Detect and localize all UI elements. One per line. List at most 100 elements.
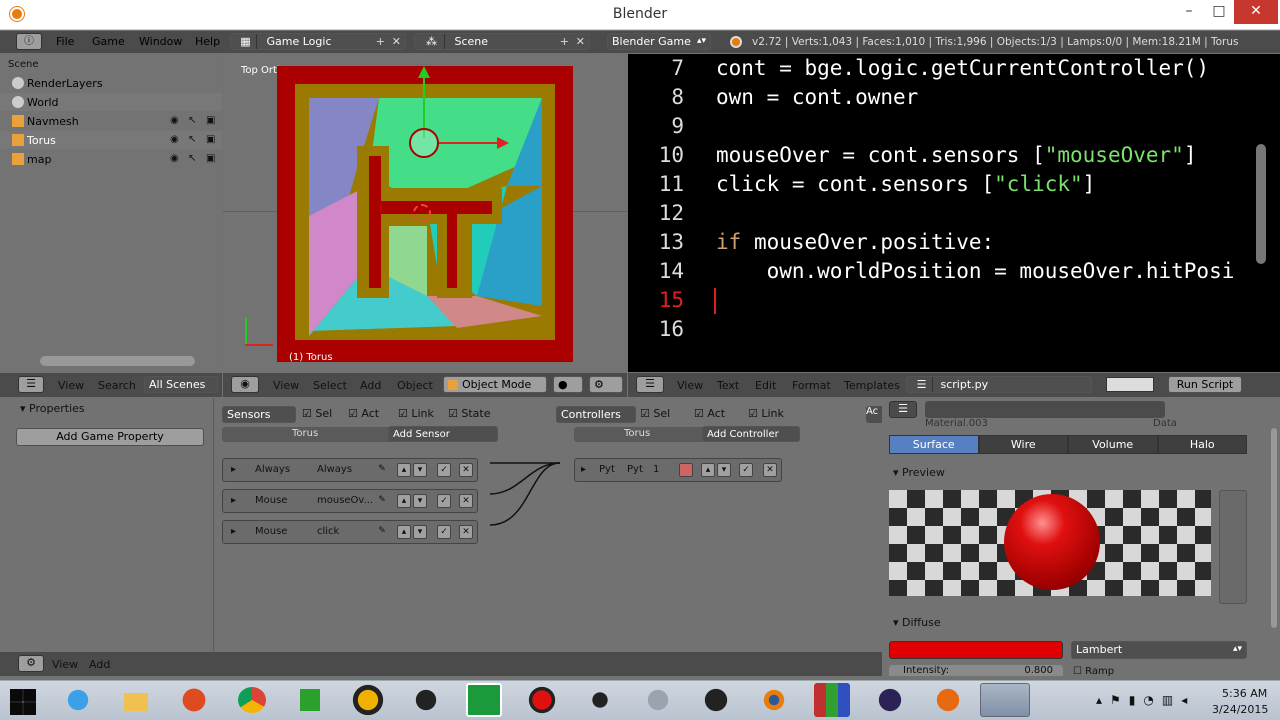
add-sensor-select[interactable]: Add Sensor <box>388 426 498 442</box>
viewport-add-menu[interactable]: Add <box>360 379 381 392</box>
material-slot-field[interactable]: Material.003 <box>925 418 1125 430</box>
render-icon[interactable]: ▣ <box>206 134 215 145</box>
remove-sensor-icon[interactable]: ✕ <box>459 494 473 508</box>
inkscape-icon[interactable] <box>582 683 618 717</box>
material-tab-wire[interactable]: Wire <box>978 435 1068 454</box>
add-game-property-button[interactable]: Add Game Property <box>16 428 204 446</box>
outliner-row-torus[interactable]: Torus ◉ ↖ ▣ <box>0 131 222 149</box>
power-icon[interactable] <box>176 683 212 717</box>
mode-select[interactable]: Object Mode <box>443 376 547 393</box>
text-view-menu[interactable]: View <box>677 379 703 392</box>
scene-field[interactable]: ⁂ Scene + ✕ <box>414 33 590 50</box>
move-down-icon[interactable]: ▾ <box>717 463 731 477</box>
code-line[interactable]: own.worldPosition = mouseOver.hitPosi <box>716 259 1235 283</box>
blender-taskbar-icon[interactable] <box>756 683 792 717</box>
screen-layout-field[interactable]: ▦ Game Logic + ✕ <box>230 33 406 50</box>
move-down-icon[interactable]: ▾ <box>413 494 427 508</box>
context-tabs[interactable] <box>925 401 1165 418</box>
run-script-button[interactable]: Run Script <box>1168 376 1242 393</box>
brick-expand-icon[interactable]: ▸ <box>231 464 236 475</box>
text-display-toggles[interactable] <box>1106 377 1154 392</box>
pivot-select[interactable]: ⚙ <box>589 376 623 393</box>
move-down-icon[interactable]: ▾ <box>413 463 427 477</box>
add-controller-select[interactable]: Add Controller <box>702 426 800 442</box>
outliner-editor-icon[interactable]: ☰ <box>18 376 44 393</box>
text-text-menu[interactable]: Text <box>717 379 739 392</box>
ramp-checkbox[interactable]: ☐ Ramp <box>1073 666 1114 676</box>
controllers-select[interactable]: Controllers <box>556 406 636 423</box>
add-screen-icon[interactable]: + <box>376 34 385 49</box>
cursor-icon[interactable]: ↖ <box>188 134 196 145</box>
active-checkbox-icon[interactable]: ✓ <box>437 525 451 539</box>
remove-scene-icon[interactable]: ✕ <box>576 34 585 49</box>
cursor-icon[interactable]: ↖ <box>188 153 196 164</box>
logic-view-menu[interactable]: View <box>52 658 78 671</box>
menu-window[interactable]: Window <box>139 35 182 48</box>
winrar-icon[interactable] <box>814 683 850 717</box>
eye-icon[interactable]: ◉ <box>170 153 179 164</box>
viewport-object-menu[interactable]: Object <box>397 379 433 392</box>
python-controller-brick[interactable]: ▸ Pyt Pyt 1 ▴ ▾ ✓ ✕ <box>574 458 782 482</box>
diffuse-shader-select[interactable]: Lambert ▴▾ <box>1071 641 1247 659</box>
render-icon[interactable]: ▣ <box>206 115 215 126</box>
sensor-brick[interactable]: ▸ Mouse click ✎ ▴ ▾ ✓ ✕ <box>222 520 478 544</box>
active-checkbox-icon[interactable]: ✓ <box>437 494 451 508</box>
material-data-select[interactable]: Data <box>1153 418 1243 430</box>
text-templates-menu[interactable]: Templates <box>844 379 900 392</box>
system-tray-icons[interactable]: ▴⚑▮◔▥◂ <box>1096 693 1195 707</box>
outliner-row-renderlayers[interactable]: RenderLayers <box>0 74 222 92</box>
viewport-editor-icon[interactable]: ◉ <box>231 376 259 393</box>
preview-type-buttons[interactable] <box>1219 490 1247 604</box>
controller-priority-icon[interactable] <box>679 463 693 477</box>
remove-controller-icon[interactable]: ✕ <box>763 463 777 477</box>
sensors-select[interactable]: Sensors <box>222 406 296 423</box>
render-engine-select[interactable]: Blender Game ▴▾ <box>607 33 711 50</box>
eye-icon[interactable]: ◉ <box>170 134 179 145</box>
ie-icon[interactable] <box>60 683 96 717</box>
text-format-menu[interactable]: Format <box>792 379 831 392</box>
diffuse-panel-header[interactable]: ▾ Diffuse <box>893 616 941 629</box>
cursor-icon[interactable]: ↖ <box>188 115 196 126</box>
remove-sensor-icon[interactable]: ✕ <box>459 525 473 539</box>
actuators-select[interactable]: Ac <box>866 406 882 423</box>
outliner-search-menu[interactable]: Search <box>98 379 136 392</box>
text-file-field[interactable]: ☰ script.py <box>906 376 1092 393</box>
outliner-row-map[interactable]: map ◉ ↖ ▣ <box>0 150 222 168</box>
properties-scrollbar[interactable] <box>1271 428 1277 628</box>
info-editor-icon[interactable]: ⓘ <box>16 33 42 50</box>
pin-icon[interactable]: ✎ <box>375 463 389 477</box>
outliner-row-world[interactable]: World <box>0 93 222 111</box>
render-icon[interactable]: ▣ <box>206 153 215 164</box>
preview-panel-header[interactable]: ▾ Preview <box>893 466 945 479</box>
move-down-icon[interactable]: ▾ <box>413 525 427 539</box>
remove-screen-icon[interactable]: ✕ <box>392 34 401 49</box>
sensors-link-checkbox[interactable]: ☑ Link <box>398 407 434 420</box>
outliner-view-menu[interactable]: View <box>58 379 84 392</box>
text-editor-icon[interactable]: ☰ <box>636 376 664 393</box>
menu-game[interactable]: Game <box>92 35 125 48</box>
properties-editor-icon[interactable]: ☰ <box>889 401 917 418</box>
intensity-field[interactable]: Intensity: 0.800 <box>889 665 1063 676</box>
3d-viewport[interactable]: Top Ortho (1) Torus <box>223 54 627 372</box>
brick-expand-icon[interactable]: ▸ <box>231 495 236 506</box>
controllers-sel-checkbox[interactable]: ☑ Sel <box>640 407 670 420</box>
material-tab-halo[interactable]: Halo <box>1157 435 1247 454</box>
code-line[interactable]: cont = bge.logic.getCurrentController() <box>716 56 1209 80</box>
active-checkbox-icon[interactable]: ✓ <box>739 463 753 477</box>
headphones-icon[interactable] <box>350 683 386 717</box>
move-up-icon[interactable]: ▴ <box>701 463 715 477</box>
text-edit-menu[interactable]: Edit <box>755 379 776 392</box>
file-explorer-icon[interactable] <box>118 683 154 717</box>
viewport-select-menu[interactable]: Select <box>313 379 347 392</box>
material-tab-volume[interactable]: Volume <box>1068 435 1158 454</box>
clock-time[interactable]: 5:36 AM <box>1222 687 1267 700</box>
start-button-icon[interactable] <box>10 689 36 715</box>
object-origin-circle[interactable] <box>409 128 439 158</box>
record-icon[interactable] <box>524 683 560 717</box>
chrome-icon[interactable] <box>234 683 270 717</box>
unity-icon[interactable] <box>408 683 444 717</box>
network-icon[interactable] <box>640 683 676 717</box>
brick-expand-icon[interactable]: ▸ <box>231 526 236 537</box>
sensors-sel-checkbox[interactable]: ☑ Sel <box>302 407 332 420</box>
download-icon[interactable] <box>466 683 502 717</box>
